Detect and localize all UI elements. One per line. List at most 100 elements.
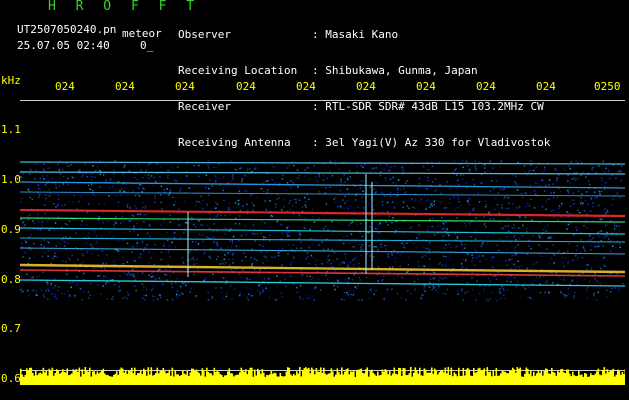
noise-speck [366,276,368,278]
histogram-bar [270,370,273,385]
noise-speck [471,260,473,262]
noise-speck [63,293,66,295]
noise-speck [507,207,510,210]
noise-speck [329,169,331,172]
noise-speck [358,243,361,245]
histogram-bar [188,376,190,385]
noise-speck [55,297,57,300]
histogram-bar [93,371,96,385]
noise-speck [126,274,128,276]
noise-speck [52,257,54,260]
noise-speck [246,278,248,281]
noise-speck [484,205,487,208]
histogram-bar [317,371,319,385]
noise-speck [439,224,441,227]
histogram-bar [296,371,298,385]
noise-speck [92,193,95,195]
noise-speck [259,244,261,246]
noise-speck [195,241,197,243]
noise-speck [145,169,147,172]
noise-speck [614,260,617,263]
noise-speck [372,208,375,211]
noise-speck [474,165,476,167]
noise-speck [474,238,477,240]
histogram-bar [57,370,60,385]
noise-speck [148,262,150,264]
noise-speck [374,227,377,230]
noise-speck [266,189,269,191]
noise-speck [514,246,517,248]
noise-speck [601,190,603,193]
histogram-bar [54,372,57,385]
noise-speck [46,220,49,222]
noise-speck [295,201,297,204]
noise-speck [86,250,89,252]
noise-speck [65,261,67,263]
noise-speck [296,177,299,179]
noise-speck [504,196,506,198]
noise-speck [586,289,588,291]
noise-speck [109,178,112,181]
noise-speck [491,266,494,268]
noise-speck [574,179,577,181]
histogram-bar [300,376,303,385]
noise-speck [309,275,311,278]
noise-speck [464,222,466,225]
noise-speck [268,236,271,239]
histogram-bar [422,375,424,385]
noise-speck [564,296,566,299]
noise-speck [313,221,316,223]
noise-speck [508,197,510,199]
noise-speck [193,273,195,276]
noise-speck [493,255,496,258]
noise-speck [600,218,603,220]
histogram-bar [587,376,589,385]
noise-speck [45,289,47,292]
noise-speck [511,227,513,229]
noise-speck [541,237,543,240]
noise-speck [352,259,354,261]
histogram-bar [311,367,313,385]
noise-speck [60,238,63,241]
noise-speck [460,174,462,176]
noise-speck [439,203,442,205]
histogram-bar [519,367,522,385]
noise-speck [50,283,52,285]
noise-speck [102,221,104,224]
histogram-bar [71,373,73,385]
noise-speck [587,264,589,266]
noise-speck [453,196,455,198]
noise-speck [359,180,361,183]
noise-speck [580,239,582,241]
noise-speck [471,254,473,256]
noise-speck [379,174,382,177]
noise-speck [489,160,491,163]
noise-speck [80,195,82,198]
noise-speck [409,227,411,229]
noise-speck [72,201,75,203]
noise-speck [103,202,105,205]
noise-speck [483,289,485,292]
histogram-bar [105,375,108,385]
noise-speck [189,291,191,293]
noise-speck [327,229,329,231]
noise-speck [426,229,429,232]
noise-speck [523,281,525,284]
noise-speck [454,169,456,171]
histogram-bar [521,376,523,385]
noise-speck [189,258,191,261]
histogram-bar [549,373,552,385]
noise-speck [104,268,106,270]
histogram-bar [264,376,267,385]
histogram-bar [462,368,465,385]
noise-speck [393,278,395,280]
histogram-bar [299,367,301,385]
noise-speck [46,240,49,243]
noise-speck [50,284,52,286]
histogram-bar [456,376,459,385]
noise-speck [198,220,201,222]
noise-speck [418,265,420,267]
noise-speck [92,165,94,167]
noise-speck [212,230,214,233]
noise-speck [393,165,396,167]
